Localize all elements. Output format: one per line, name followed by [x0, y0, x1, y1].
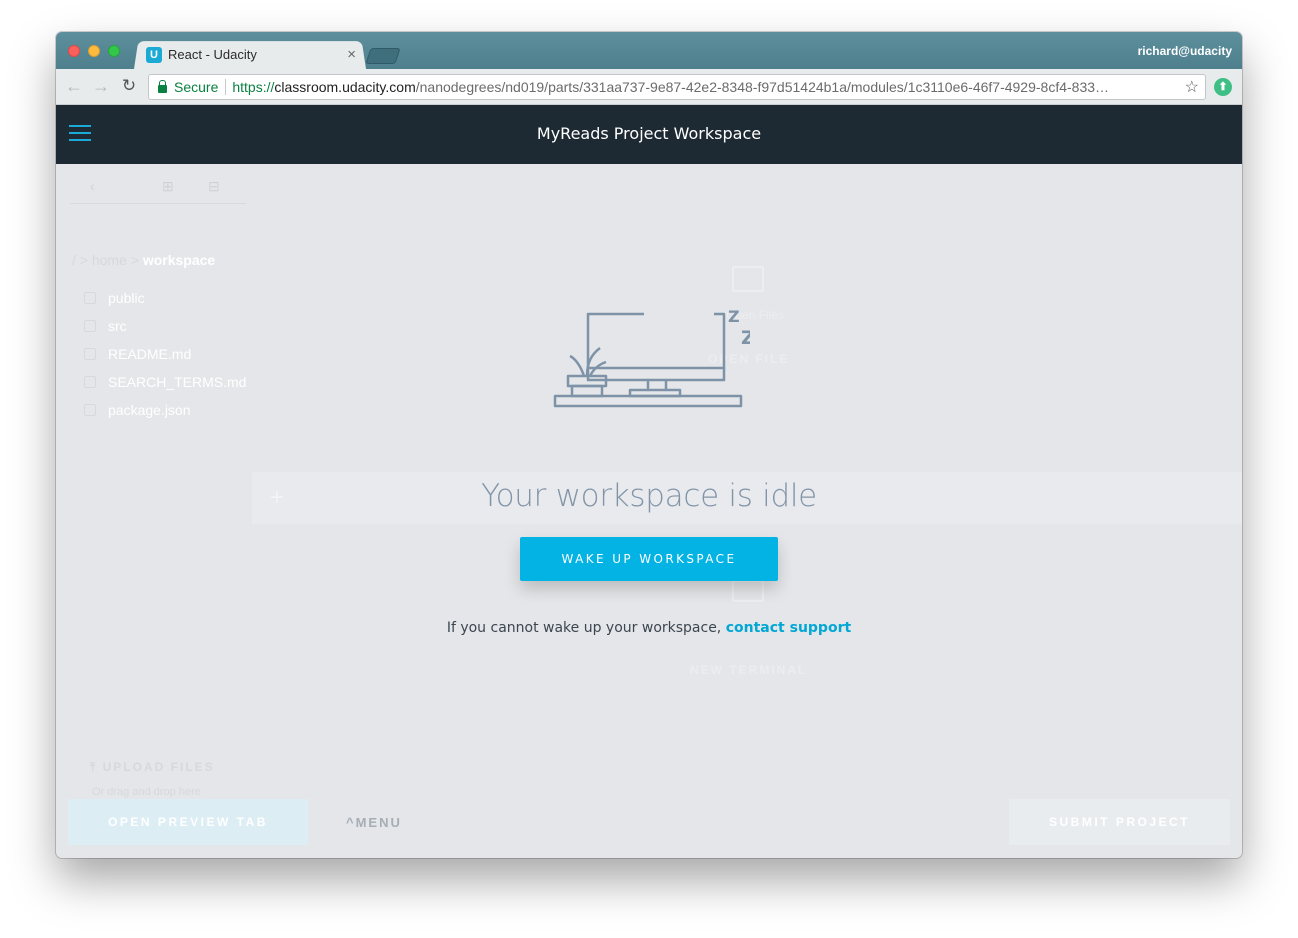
- breadcrumb-current: workspace: [142, 252, 216, 268]
- page-title: MyReads Project Workspace: [536, 124, 762, 143]
- zzz-letter: Z: [728, 307, 740, 326]
- udacity-favicon-icon: U: [146, 46, 162, 63]
- close-window-button[interactable]: [68, 45, 80, 57]
- file-tree-item[interactable]: src: [84, 312, 246, 340]
- terminal-icon: [732, 580, 764, 602]
- menu-toggle[interactable]: ^MENU: [346, 815, 402, 830]
- url-path: /nanodegrees/nd019/parts/331aa737-9e87-4…: [415, 79, 1110, 95]
- lock-icon: [158, 80, 167, 93]
- chevron-up-icon: ^: [346, 815, 356, 830]
- file-tree-item[interactable]: README.md: [84, 340, 246, 368]
- tab-close-icon[interactable]: ×: [347, 46, 356, 63]
- new-folder-icon[interactable]: ⊟: [208, 178, 220, 195]
- upload-files-button[interactable]: ⤒ UPLOAD FILES: [90, 760, 215, 775]
- file-icon: [84, 348, 96, 360]
- file-icon: [84, 404, 96, 416]
- file-tree-item[interactable]: public: [84, 284, 246, 312]
- folder-icon: [84, 320, 96, 332]
- tab-title: React - Udacity: [168, 47, 257, 62]
- support-message: If you cannot wake up your workspace, co…: [56, 620, 1242, 636]
- browser-toolbar: ← → ↻ Secure https:// classroom.udacity.…: [56, 69, 1242, 105]
- contact-support-link[interactable]: contact support: [726, 620, 851, 636]
- new-file-icon[interactable]: ⊞: [162, 178, 174, 195]
- url-host: classroom.udacity.com: [274, 79, 416, 95]
- sleeping-computer-icon: Z Z Z: [553, 307, 750, 408]
- sidebar-toolbar: ‹ ⊞ ⊟: [70, 174, 246, 204]
- idle-heading: Your workspace is idle: [481, 478, 817, 514]
- zzz-letter: Z: [741, 327, 750, 349]
- browser-window: U React - Udacity × richard@udacity ← → …: [56, 32, 1242, 858]
- zzz-group: Z Z Z: [728, 307, 750, 349]
- support-text: If you cannot wake up your workspace,: [446, 620, 722, 636]
- reload-icon[interactable]: ↻: [118, 75, 140, 97]
- new-tab-button[interactable]: [365, 48, 401, 64]
- extension-update-icon[interactable]: ⬆: [1214, 78, 1232, 96]
- upload-label: UPLOAD FILES: [102, 760, 215, 774]
- breadcrumb-path: / > home >: [72, 252, 143, 268]
- menu-label: MENU: [355, 815, 402, 830]
- submit-project-button[interactable]: SUBMIT PROJECT: [1009, 799, 1230, 845]
- collapse-chevron-icon[interactable]: ‹: [90, 178, 95, 194]
- active-tab[interactable]: U React - Udacity ×: [144, 40, 366, 69]
- profile-name[interactable]: richard@udacity: [1138, 44, 1232, 58]
- file-name: src: [108, 318, 127, 334]
- secure-label: Secure: [174, 79, 219, 95]
- upload-hint: Or drag and drop here: [92, 786, 201, 798]
- maximize-window-button[interactable]: [108, 45, 120, 57]
- minimize-window-button[interactable]: [88, 45, 100, 57]
- app-header: MyReads Project Workspace: [56, 105, 1242, 164]
- breadcrumb: / > home > workspace: [72, 252, 215, 268]
- tab-strip: U React - Udacity × richard@udacity: [56, 32, 1242, 69]
- new-terminal-button[interactable]: NEW TERMINAL: [690, 663, 807, 677]
- open-preview-tab-button[interactable]: OPEN PREVIEW TAB: [68, 799, 308, 845]
- bookmark-star-icon[interactable]: ☆: [1185, 77, 1199, 97]
- file-tree-item[interactable]: SEARCH_TERMS.md: [84, 368, 246, 396]
- address-bar[interactable]: Secure https:// classroom.udacity.com /n…: [148, 74, 1206, 100]
- url-protocol: https://: [232, 79, 275, 95]
- file-tree-item[interactable]: package.json: [84, 396, 246, 424]
- address-separator: [225, 79, 227, 95]
- file-name: SEARCH_TERMS.md: [108, 374, 247, 390]
- back-arrow-icon[interactable]: ←: [63, 75, 85, 97]
- file-icon: [84, 376, 96, 388]
- file-name: package.json: [108, 402, 191, 418]
- wake-up-workspace-button[interactable]: WAKE UP WORKSPACE: [520, 537, 778, 581]
- file-name: public: [108, 290, 145, 306]
- folder-icon: [84, 292, 96, 304]
- forward-arrow-icon[interactable]: →: [90, 75, 112, 97]
- file-tree: public src README.md SEARCH_TERMS.md pac…: [84, 284, 246, 424]
- file-name: README.md: [108, 346, 192, 362]
